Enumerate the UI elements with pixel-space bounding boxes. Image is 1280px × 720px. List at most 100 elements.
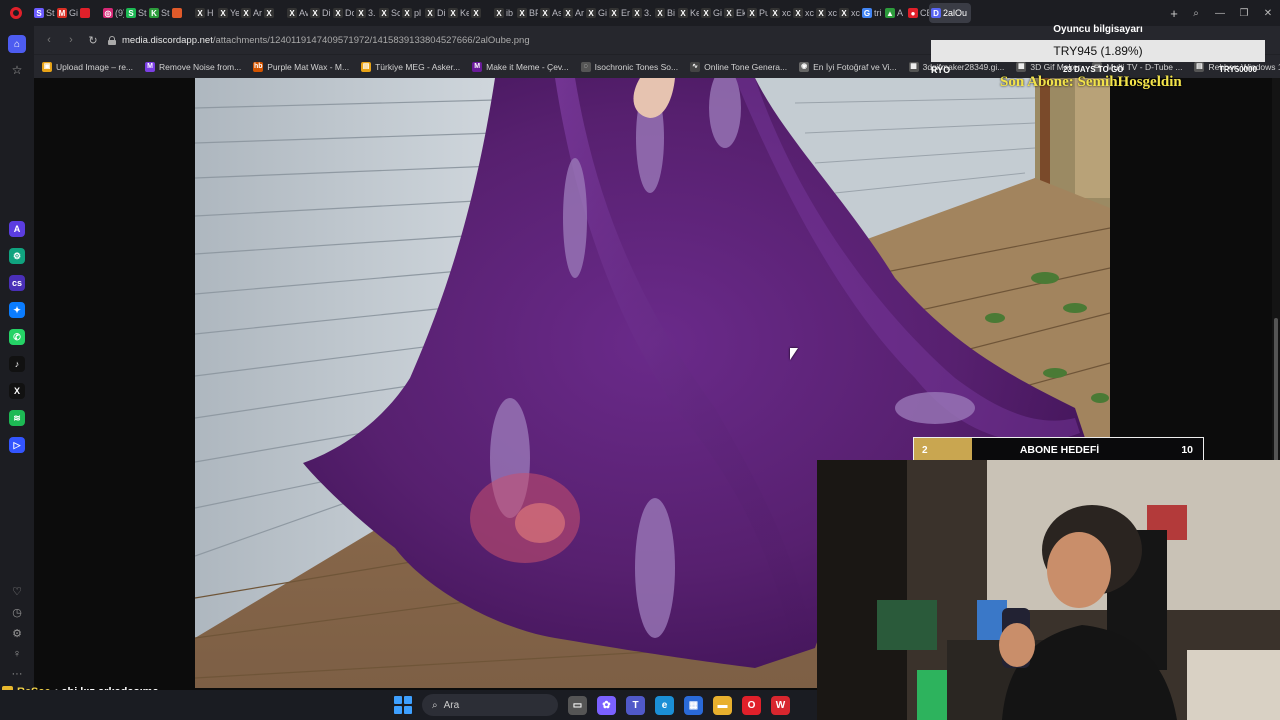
url-field[interactable]: media.discordapp.net/attachments/1240119… (108, 35, 530, 46)
back-icon[interactable]: ‹ (42, 34, 56, 46)
lightbulb-icon[interactable]: ♀ (13, 648, 21, 660)
whatsapp-icon[interactable]: ✆ (9, 329, 25, 345)
tab-favicon-icon: D (931, 8, 941, 18)
tab-22[interactable]: X As (538, 3, 561, 23)
subscriber-goal-label: ABONE HEDEFİ (1019, 444, 1100, 456)
close-icon[interactable]: ✕ (1256, 0, 1280, 26)
windows-start-icon[interactable] (394, 696, 412, 714)
spotify-icon[interactable]: ≋ (9, 410, 25, 426)
tab-4[interactable]: S St (124, 3, 147, 23)
tab-25[interactable]: X Er (607, 3, 630, 23)
tab-24[interactable]: X Gi (584, 3, 607, 23)
tab-10[interactable]: X (262, 3, 285, 23)
tab-33[interactable]: Xxc (791, 3, 814, 23)
new-tab-button[interactable]: + (1164, 6, 1184, 21)
tab-34[interactable]: Xxc (814, 3, 837, 23)
tab-favicon-icon: X (264, 8, 274, 18)
tab-23[interactable]: X Ar (561, 3, 584, 23)
bookmark-item[interactable]: ▤ Türkiye MEG - Asker... (361, 61, 460, 72)
tab-favicon-icon: X (310, 8, 320, 18)
tab-17[interactable]: X Di (423, 3, 446, 23)
tab-3[interactable]: ◎(9) (101, 3, 124, 23)
tab-37[interactable]: ▲ A (883, 3, 906, 23)
bookmark-favicon-icon: ▦ (908, 61, 919, 72)
tab-32[interactable]: Xxc (768, 3, 791, 23)
tab-active[interactable]: D 2alOu (929, 3, 971, 23)
bookmark-item[interactable]: M Make it Meme - Çev... (472, 61, 569, 72)
home-icon[interactable]: ⌂ (8, 35, 26, 53)
minimize-icon[interactable]: — (1208, 0, 1232, 26)
tab-21[interactable]: X BF (515, 3, 538, 23)
tab-6[interactable] (170, 3, 193, 23)
tab-favicon-icon: X (333, 8, 343, 18)
store-icon[interactable]: ▦ (684, 695, 703, 715)
x-icon[interactable]: X (9, 383, 25, 399)
teams-icon[interactable]: T (626, 695, 645, 715)
tab-9[interactable]: X Ar (239, 3, 262, 23)
taskbar-search[interactable]: ⌕ Ara (422, 694, 558, 716)
tab-26[interactable]: X 3. (630, 3, 653, 23)
tab-35[interactable]: Xxc (837, 3, 860, 23)
edge-icon[interactable]: e (655, 695, 674, 715)
tab-7[interactable]: XH (193, 3, 216, 23)
chatgpt-icon[interactable]: ⚙ (9, 248, 25, 264)
tab-29[interactable]: X Gi (699, 3, 722, 23)
taskbar: ⌕ Ara ▭ ✿ Te ▦ ▬ O W (0, 690, 817, 720)
tab-1[interactable]: M Gi (55, 3, 78, 23)
bookmark-item[interactable]: ∿ Online Tone Genera... (690, 61, 787, 72)
bookmark-item[interactable]: hb Purple Mat Wax - M... (253, 61, 349, 72)
tab-19[interactable]: X (469, 3, 492, 23)
goal-title: Oyuncu bilgisayarı (1053, 24, 1143, 35)
tab-30[interactable]: X Ek (722, 3, 745, 23)
tab-13[interactable]: X Dc (331, 3, 354, 23)
bookmark-item[interactable]: ▣ Upload Image – re... (42, 61, 133, 72)
bookmark-item[interactable]: ◉ En İyi Fotoğraf ve Vi... (799, 61, 897, 72)
tab-31[interactable]: X Pu (745, 3, 768, 23)
tab-11[interactable]: X Av (285, 3, 308, 23)
tab-label: A (897, 8, 904, 18)
messenger-icon[interactable]: ✦ (9, 302, 25, 318)
tab-5[interactable]: K St (147, 3, 170, 23)
tab-label: (9) (115, 8, 124, 18)
tab-36[interactable]: Gtri (860, 3, 883, 23)
tab-28[interactable]: X Ke (676, 3, 699, 23)
player-icon[interactable]: ▷ (9, 437, 25, 453)
bookmark-favicon-icon: ▤ (361, 61, 372, 72)
wps-icon[interactable]: W (771, 695, 790, 715)
settings-icon[interactable]: ⚙ (12, 627, 22, 640)
tab-8[interactable]: X Ye (216, 3, 239, 23)
tab-favicon-icon: X (425, 8, 435, 18)
tab-27[interactable]: X Bi (653, 3, 676, 23)
bookmark-label: Remove Noise from... (159, 61, 242, 72)
history-icon[interactable]: ◷ (12, 606, 22, 619)
more-icon[interactable]: ··· (12, 668, 23, 680)
tab-18[interactable]: X Ke (446, 3, 469, 23)
tab-20[interactable]: Xib (492, 3, 515, 23)
copilot-icon[interactable]: ✿ (597, 695, 616, 715)
restore-icon[interactable]: ❐ (1232, 0, 1256, 26)
tab-label: Bi (667, 8, 676, 18)
reload-icon[interactable]: ↻ (86, 34, 100, 47)
heart-icon[interactable]: ♡ (12, 585, 22, 598)
tab-14[interactable]: X 3. (354, 3, 377, 23)
forward-icon[interactable]: › (64, 34, 78, 46)
bookmark-item[interactable]: M Remove Noise from... (145, 61, 242, 72)
opera-menu-icon[interactable] (0, 0, 32, 26)
url-host: media.discordapp.net (122, 34, 213, 46)
bookmark-star-icon[interactable]: ☆ (12, 63, 23, 77)
tab-38[interactable]: ●CE (906, 3, 929, 23)
aria-icon[interactable]: A (9, 221, 25, 237)
bookmark-item[interactable]: ◌ Isochronic Tones So... (580, 61, 678, 72)
browser-icon[interactable]: ▭ (568, 695, 587, 715)
tiktok-icon[interactable]: ♪ (9, 356, 25, 372)
tab-favicon-icon: X (241, 8, 251, 18)
tab-15[interactable]: X Sc (377, 3, 400, 23)
search-icon[interactable]: ⌕ (1184, 0, 1208, 26)
tab-12[interactable]: X Di (308, 3, 331, 23)
opera-icon[interactable]: O (742, 695, 761, 715)
cs-icon[interactable]: cs (9, 275, 25, 291)
tab-2[interactable] (78, 3, 101, 23)
tab-0[interactable]: S St (32, 3, 55, 23)
tab-16[interactable]: Xpl (400, 3, 423, 23)
explorer-icon[interactable]: ▬ (713, 695, 732, 715)
